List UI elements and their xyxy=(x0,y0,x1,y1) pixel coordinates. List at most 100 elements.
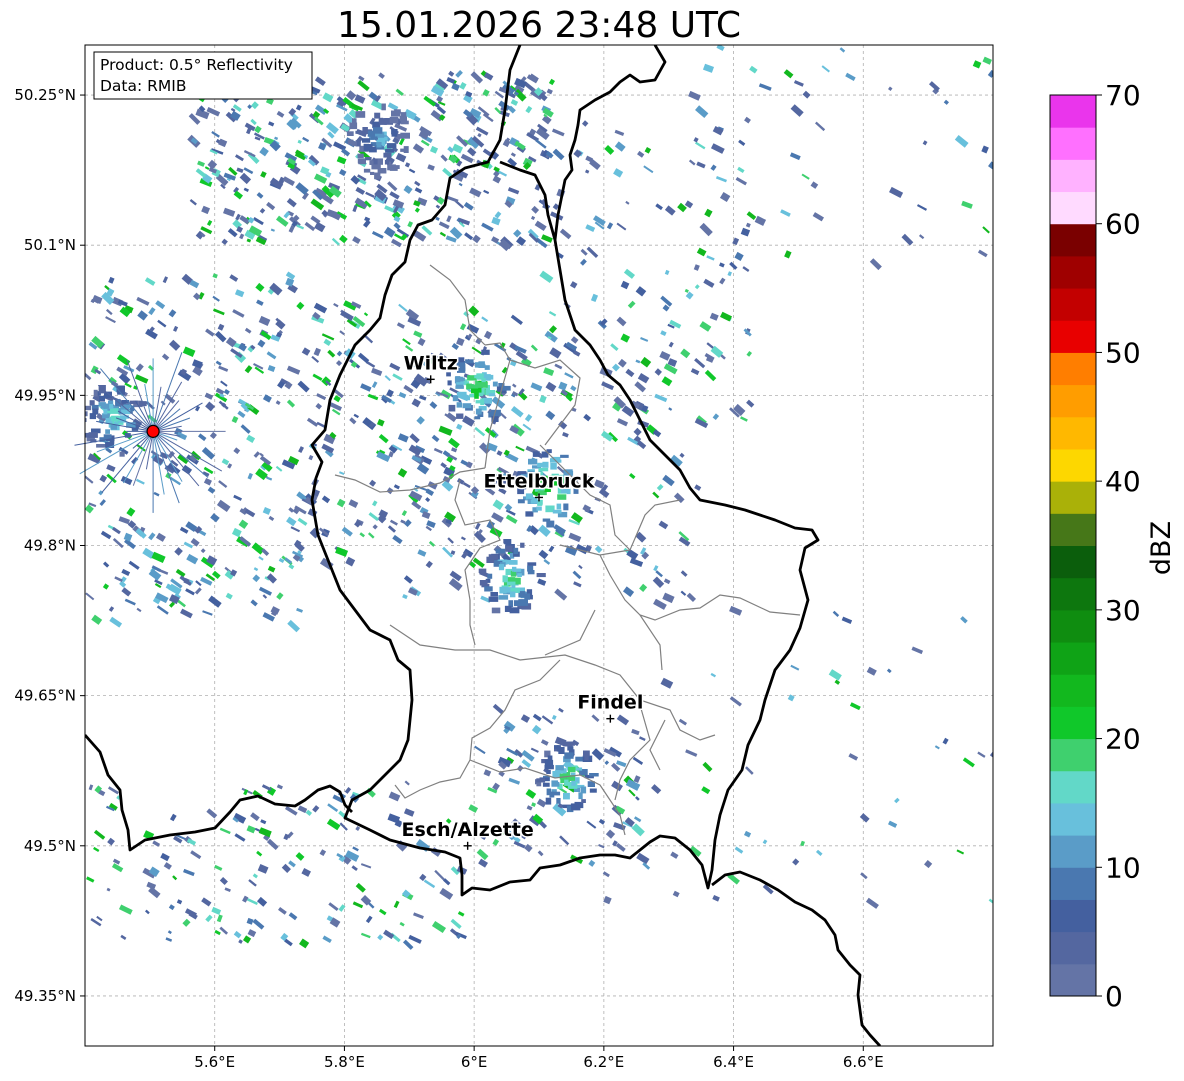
echo-cell-pixel xyxy=(525,511,534,517)
tick-label-lat: 50.25°N xyxy=(14,86,76,104)
echo-cell-pixel xyxy=(564,752,574,759)
echo-cell-pixel xyxy=(391,129,398,135)
echo-cell-pixel xyxy=(89,400,95,406)
echo-cell-pixel xyxy=(363,168,371,173)
echo-cell-pixel xyxy=(589,773,599,777)
echo-cell-pixel xyxy=(491,607,501,614)
echo-cell-pixel xyxy=(550,463,557,470)
echo-cell-pixel xyxy=(507,581,516,586)
echo-cell-pixel xyxy=(517,573,522,577)
echo-cell-pixel xyxy=(119,451,125,457)
echo-cell-pixel xyxy=(563,741,573,747)
echo-cell-pixel xyxy=(96,444,106,448)
echo-cell-pixel xyxy=(537,499,543,505)
echo-cell-pixel xyxy=(542,782,550,787)
echo-cell-pixel xyxy=(373,159,378,165)
radar-map[interactable]: 5.6°E 5.8°E 6°E 6.2°E 6.4°E 6.6°E 49.35°N 49.5°… xyxy=(0,0,1184,1081)
echo-cell-pixel xyxy=(374,112,381,119)
tick-label-lat: 50.1°N xyxy=(24,236,76,254)
echo-cell-pixel xyxy=(546,788,551,796)
echo-cell-pixel xyxy=(394,109,401,114)
echo-cell-pixel xyxy=(488,393,495,397)
echo-cell-pixel xyxy=(349,122,358,130)
echo-cell-pixel xyxy=(524,593,530,600)
map-background xyxy=(85,45,993,1046)
echo-cell-pixel xyxy=(492,381,498,387)
echo-cell-pixel xyxy=(387,164,396,171)
echo-cell-pixel xyxy=(347,139,354,145)
tick-label-lon: 6.4°E xyxy=(713,1053,754,1071)
tick-label-lat: 49.95°N xyxy=(14,386,76,404)
echo-cell-pixel xyxy=(490,592,498,597)
echo-cell-pixel xyxy=(546,769,551,774)
echo-cell-pixel xyxy=(475,400,481,404)
echo-cell-pixel xyxy=(514,600,521,607)
echo-cell-pixel xyxy=(85,405,91,411)
radar-site-dot xyxy=(146,424,160,438)
echo-cell-pixel xyxy=(363,144,373,151)
echo-cell-pixel xyxy=(476,363,486,368)
echo-cell-pixel xyxy=(499,586,507,594)
info-box: Product: 0.5° Reflectivity Data: RMIB xyxy=(93,51,313,100)
echo-cell-pixel xyxy=(456,402,462,408)
tick-label-lat: 49.8°N xyxy=(24,537,76,555)
echo-cell-pixel xyxy=(370,171,375,175)
tick-label-lat: 49.65°N xyxy=(14,687,76,705)
tick-label-lat: 49.35°N xyxy=(14,987,76,1005)
info-product: Product: 0.5° Reflectivity xyxy=(100,56,293,74)
echo-cell-pixel xyxy=(536,506,542,511)
echo-cell-pixel xyxy=(513,547,519,555)
echo-cell-pixel xyxy=(571,780,576,786)
city-label: Esch/Alzette xyxy=(402,819,534,841)
echo-cell-pixel xyxy=(536,782,542,787)
echo-cell-pixel xyxy=(474,374,482,379)
echo-cell-pixel xyxy=(465,359,474,364)
echo-cell-pixel xyxy=(85,411,88,417)
echo-cell-pixel xyxy=(532,451,540,457)
echo-cell-pixel xyxy=(554,770,561,774)
echo-cell-pixel xyxy=(487,573,493,579)
echo-cell-pixel xyxy=(448,404,456,412)
echo-cell-pixel xyxy=(394,165,400,169)
echo-cell-pixel xyxy=(552,509,562,514)
echo-cell-pixel xyxy=(403,146,409,153)
echo-cell-pixel xyxy=(486,556,495,563)
echo-cell-pixel xyxy=(387,143,397,149)
echo-cell-pixel xyxy=(378,117,384,123)
echo-cell-pixel xyxy=(478,568,487,573)
echo-cell-pixel xyxy=(505,560,516,564)
city-label: Wiltz xyxy=(404,352,458,374)
city-label: Ettelbruck xyxy=(484,470,595,492)
echo-cell-pixel xyxy=(563,503,569,511)
echo-cell-pixel xyxy=(447,380,452,386)
echo-cell-pixel xyxy=(555,765,564,771)
echo-cell-pixel xyxy=(554,745,559,749)
echo-cell-pixel xyxy=(556,798,561,804)
echo-cell-pixel xyxy=(481,349,490,355)
echo-cell-pixel xyxy=(362,138,371,143)
echo-cell-pixel xyxy=(564,779,569,786)
echo-cell-pixel xyxy=(546,520,555,528)
echo-cell-pixel xyxy=(385,148,395,153)
echo-cell-pixel xyxy=(374,172,381,180)
echo-cell-pixel xyxy=(466,384,474,388)
echo-cell-pixel xyxy=(504,605,512,612)
echo-cell-pixel xyxy=(458,357,465,363)
tick-label-lon: 6.2°E xyxy=(583,1053,624,1071)
echo-cell-pixel xyxy=(520,542,525,548)
echo-cell-pixel xyxy=(384,160,389,165)
echo-cell-pixel xyxy=(389,116,399,124)
echo-cell-pixel xyxy=(556,503,562,510)
echo-cell-pixel xyxy=(357,153,364,159)
echo-cell-pixel xyxy=(474,392,479,399)
tick-label-lon: 6°E xyxy=(461,1053,488,1071)
echo-cell-pixel xyxy=(346,131,354,136)
echo-cell-pixel xyxy=(365,157,372,161)
echo-cell-pixel xyxy=(383,152,392,158)
echo-cell-pixel xyxy=(89,413,96,420)
echo-cell-pixel xyxy=(367,130,375,137)
echo-cell-pixel xyxy=(488,596,499,602)
echo-cell-pixel xyxy=(456,391,467,397)
echo-cell-pixel xyxy=(362,127,368,134)
echo-cell-pixel xyxy=(502,575,508,583)
